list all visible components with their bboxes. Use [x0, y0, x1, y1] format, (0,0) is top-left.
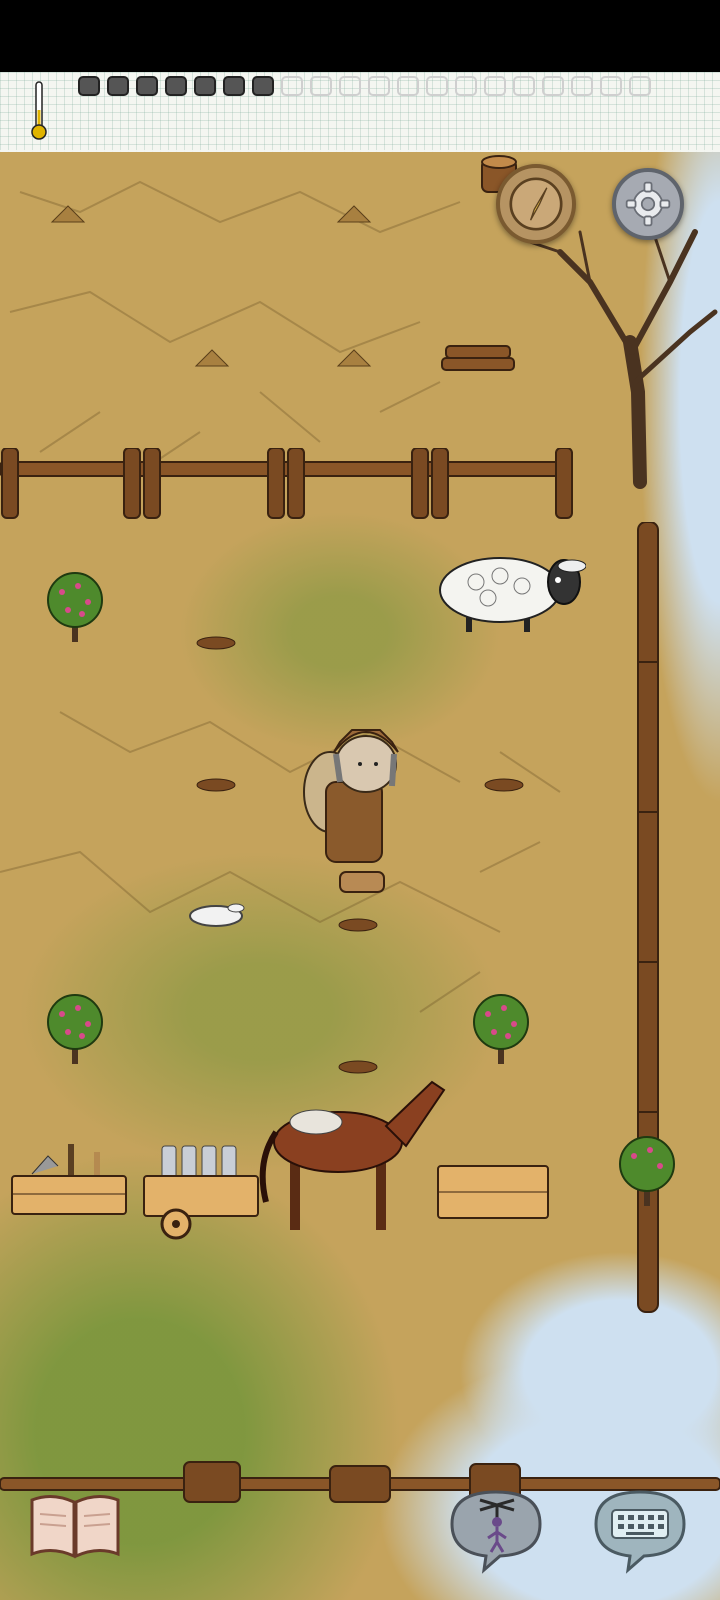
food-pip-empty [571, 76, 593, 96]
wooden-crate-with-tools[interactable] [8, 1136, 130, 1218]
status-bar [0, 0, 720, 72]
gooseberry-bush[interactable] [42, 570, 108, 650]
burrow [338, 918, 378, 932]
firewood-pile [441, 345, 515, 371]
burrow [196, 636, 236, 650]
gooseberry-bush[interactable] [614, 1134, 680, 1214]
puppet-emote-button[interactable] [444, 1484, 548, 1574]
dirt-mound [336, 205, 372, 223]
food-pip-filled [136, 76, 158, 96]
dirt-mound [50, 205, 86, 223]
food-pip-empty [310, 76, 332, 96]
food-pip-empty [426, 76, 448, 96]
dirt-mound [336, 349, 372, 367]
food-pip-empty [484, 76, 506, 96]
food-pip-filled [194, 76, 216, 96]
gooseberry-bush[interactable] [468, 992, 534, 1072]
food-pip-empty [368, 76, 390, 96]
burrow [484, 778, 524, 792]
sheep[interactable] [436, 552, 586, 638]
horse[interactable] [256, 1072, 456, 1242]
keyboard-button[interactable] [588, 1484, 692, 1574]
food-pip-empty [629, 76, 651, 96]
wooden-fence-horizontal [0, 448, 573, 519]
food-meter [78, 76, 698, 100]
dirt-mound [194, 349, 230, 367]
food-pip-empty [542, 76, 564, 96]
food-pip-empty [600, 76, 622, 96]
compass-button[interactable] [496, 164, 576, 244]
food-pip-empty [281, 76, 303, 96]
wooden-crate-empty[interactable] [434, 1162, 554, 1222]
rabbit[interactable] [186, 900, 246, 930]
food-pip-empty [455, 76, 477, 96]
cart-with-bottles[interactable] [140, 1142, 260, 1242]
book-button[interactable] [28, 1490, 122, 1560]
food-pip-empty [513, 76, 535, 96]
gear-icon [625, 181, 671, 227]
player-character[interactable] [300, 712, 410, 912]
gooseberry-bush[interactable] [42, 992, 108, 1072]
food-pip-filled [165, 76, 187, 96]
burrow [196, 778, 236, 792]
game-world[interactable] [0, 152, 720, 1600]
food-pip-filled [78, 76, 100, 96]
settings-button[interactable] [612, 168, 684, 240]
food-pip-empty [339, 76, 361, 96]
food-pip-filled [252, 76, 274, 96]
thermometer-icon [31, 81, 47, 140]
food-pip-filled [107, 76, 129, 96]
food-pip-empty [397, 76, 419, 96]
compass-icon [509, 177, 563, 231]
food-pip-filled [223, 76, 245, 96]
